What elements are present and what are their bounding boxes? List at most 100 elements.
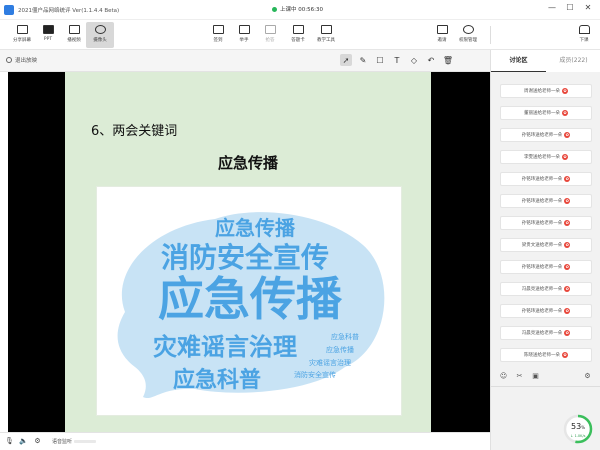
chat-message: 冯晨亮送给老师一朵 ✿ (500, 282, 592, 296)
flower-icon: ✿ (562, 154, 568, 160)
settings-icon[interactable]: ⚙ (33, 437, 42, 446)
answer-card-icon (292, 25, 304, 34)
title-bar: 2021僵户品网络统评 Ver(1.1.4.4 Beta) 上课中 00:56:… (0, 0, 600, 20)
wordcloud-word: 应急传播 (158, 272, 343, 326)
permission-manage-button[interactable]: 权限管理 (454, 22, 482, 48)
chat-message: 周谢送给老师一朵 ✿ (500, 84, 592, 98)
tab-discussion[interactable]: 讨论区 (491, 50, 546, 72)
flower-icon: ✿ (564, 242, 571, 248)
toolbox-icon (320, 25, 332, 34)
wordcloud-word: 灾难谣言治理 (309, 358, 351, 367)
microphone-icon[interactable]: 🎙 (5, 437, 14, 446)
audio-level-meter (74, 440, 97, 443)
camera-button[interactable]: 摄像头 (86, 22, 114, 48)
camera-icon (94, 25, 106, 34)
quiz-button[interactable]: 抢答 (256, 22, 284, 48)
flower-icon: ✿ (564, 220, 571, 226)
play-video-button[interactable]: 播视频 (60, 22, 88, 48)
flower-icon: ✿ (564, 308, 571, 314)
roll-call-icon (212, 25, 224, 34)
bottom-bar: 🎙 🔈 ⚙ 语音监听 (0, 432, 490, 450)
close-button[interactable]: ✕ (582, 3, 594, 12)
wordcloud-word: 应急科普 (331, 332, 359, 341)
camera-label: 摄像头 (93, 38, 107, 43)
annotation-bar: 退出放映 ➚ ✎ ☐ T ◇ ↶ 🗑 (0, 50, 490, 72)
pen-icon[interactable]: ✎ (357, 54, 369, 66)
exit-icon (6, 57, 12, 63)
user-settings-icon (462, 25, 474, 34)
invite-label: 邀请 (437, 38, 447, 43)
toolbar-divider (490, 26, 491, 44)
chat-message-text: 李雯送给老师一朵 (524, 155, 560, 160)
presentation-area: 退出放映 ➚ ✎ ☐ T ◇ ↶ 🗑 6、两会关键词 应急传播 应急传播 消防安… (0, 50, 490, 450)
maximize-button[interactable]: ☐ (564, 3, 576, 12)
wordcloud-word: 应急传播 (215, 216, 296, 240)
live-indicator-icon (272, 6, 277, 12)
chat-message: 孙铭玮送给老师一朵 ✿ (500, 194, 592, 208)
exit-door-icon (578, 25, 590, 34)
end-class-button[interactable]: 下课 (570, 22, 598, 48)
end-class-label: 下课 (579, 38, 589, 43)
settings-icon[interactable]: ⚙ (583, 372, 592, 381)
chat-message: 董丽送给老师一朵 ✿ (500, 106, 592, 120)
chat-message-text: 孙铭玮送给老师一朵 (521, 309, 563, 314)
flower-icon: ✿ (562, 110, 568, 116)
message-list: 周谢送给老师一朵 ✿ 董丽送给老师一朵 ✿ 孙铭玮送给老师一朵 ✿ 李雯送给老师一朵 ✿ 孙铭玮… (500, 84, 592, 370)
flower-icon: ✿ (564, 264, 571, 270)
text-icon[interactable]: T (391, 54, 403, 66)
wordcloud: 应急传播 消防安全宣传 灾难谣言治理 应急科普 应急传播 消防安全宣传 应急科普… (117, 212, 385, 399)
teaching-tools-button[interactable]: 教学工具 (312, 22, 340, 48)
speaker-icon[interactable]: 🔈 (19, 437, 28, 446)
annotation-tools: ➚ ✎ ☐ T ◇ ↶ 🗑 (340, 54, 454, 66)
classroom-app: 2021僵户品网络统评 Ver(1.1.4.4 Beta) 上课中 00:56:… (0, 0, 600, 450)
delete-icon[interactable]: 🗑 (442, 54, 454, 66)
chat-message-text: 冯晨亮送给老师一朵 (521, 287, 563, 292)
tab-members[interactable]: 成员(222) (546, 50, 600, 72)
chat-message-text: 孙铭玮送给老师一朵 (521, 265, 563, 270)
network-quality-number: 53 (571, 422, 582, 431)
undo-icon[interactable]: ↶ (425, 54, 437, 66)
chat-message: 冯晨亮送给老师一朵 ✿ (500, 326, 592, 340)
wordcloud-word: 应急传播 (326, 345, 354, 354)
chat-message-text: 孙铭玮送给老师一朵 (521, 221, 563, 226)
exit-slideshow-button[interactable]: 退出放映 (6, 56, 37, 64)
chat-message: 孙铭玮送给老师一朵 ✿ (500, 304, 592, 318)
pointer-icon[interactable]: ➚ (340, 54, 352, 66)
exit-slideshow-label: 退出放映 (15, 58, 38, 64)
emoji-icon[interactable]: ☺ (499, 372, 508, 381)
hands-up-button[interactable]: 举手 (230, 22, 258, 48)
teaching-tools-label: 教学工具 (317, 38, 335, 43)
chat-message-text: 孙铭玮送给老师一朵 (521, 177, 563, 182)
flower-icon: ✿ (564, 132, 571, 138)
network-quality-value: 53% (563, 422, 593, 431)
network-speed: ↓ 1.0K/s (570, 434, 586, 438)
invite-button[interactable]: 邀请 (428, 22, 456, 48)
slide-subtitle: 应急传播 (217, 154, 278, 172)
app-logo-icon (4, 4, 14, 15)
wordcloud-word: 应急科普 (173, 367, 261, 393)
slide-stage: 6、两会关键词 应急传播 应急传播 消防安全宣传 灾难谣言治理 应急科普 应急传… (8, 72, 490, 432)
current-slide: 6、两会关键词 应急传播 应急传播 消防安全宣传 灾难谣言治理 应急科普 应急传… (65, 72, 431, 432)
ppt-button[interactable]: PPT (34, 22, 62, 48)
shape-icon[interactable]: ☐ (374, 54, 386, 66)
chat-message-text: 陈晓送给老师一朵 (524, 353, 560, 358)
chat-message: 孙铭玮送给老师一朵 ✿ (500, 128, 592, 142)
roll-call-button[interactable]: 签到 (204, 22, 232, 48)
chat-message: 孙铭玮送给老师一朵 ✿ (500, 260, 592, 274)
image-icon[interactable]: ▣ (531, 372, 540, 381)
live-status: 上课中 00:56:30 (272, 5, 323, 13)
flower-icon: ✿ (564, 198, 571, 204)
share-screen-button[interactable]: 分享屏幕 (8, 22, 36, 48)
scissors-icon[interactable]: ✂ (515, 372, 524, 381)
ppt-icon (42, 25, 54, 34)
flower-icon: ✿ (562, 352, 568, 358)
chat-message-text: 周谢送给老师一朵 (524, 89, 560, 94)
minimize-button[interactable]: — (546, 3, 558, 12)
chat-message: 孙铭玮送给老师一朵 ✿ (500, 172, 592, 186)
wordcloud-word: 消防安全宣传 (161, 241, 329, 274)
share-screen-label: 分享屏幕 (13, 38, 31, 43)
eraser-icon[interactable]: ◇ (408, 54, 420, 66)
slide-heading: 6、两会关键词 (91, 124, 178, 139)
answer-card-button[interactable]: 答题卡 (284, 22, 312, 48)
chat-message-text: 梁贵文送给老师一朵 (521, 243, 563, 248)
